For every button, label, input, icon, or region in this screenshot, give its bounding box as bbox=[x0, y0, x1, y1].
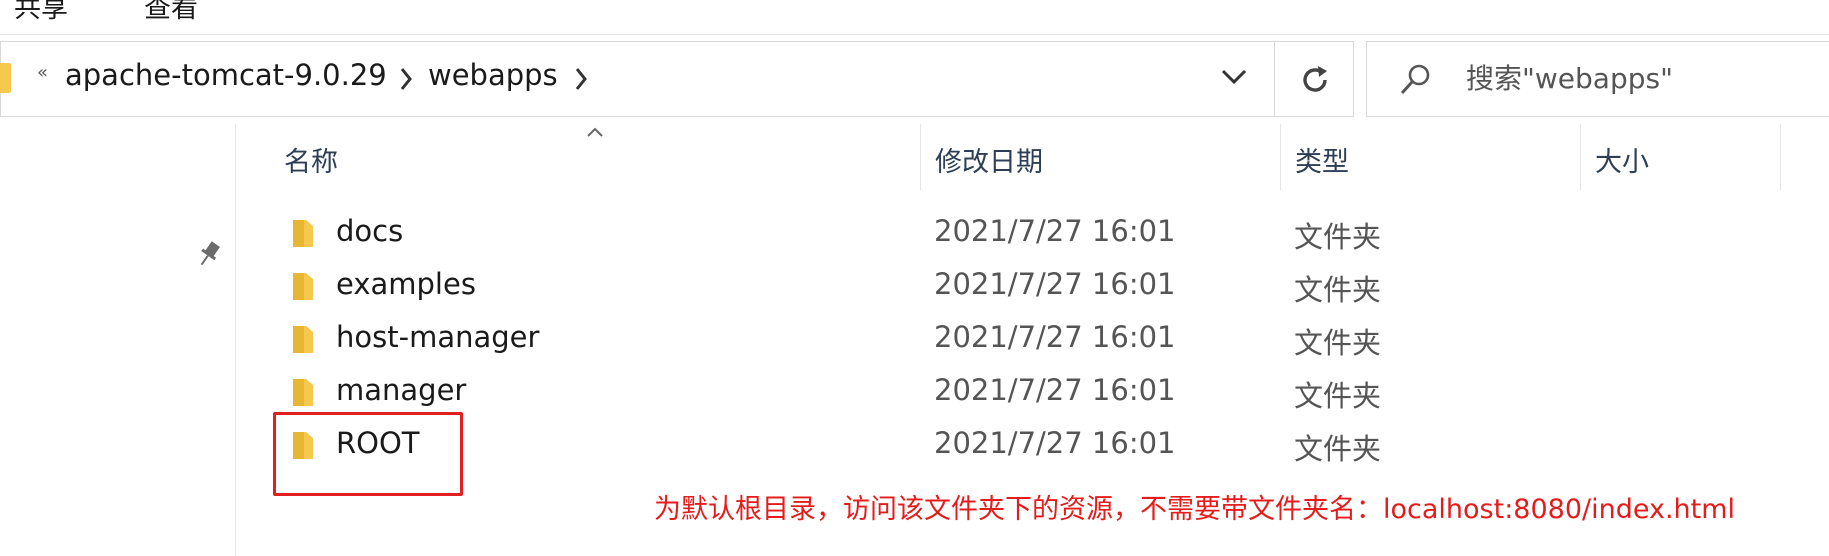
column-header-date[interactable]: 修改日期 bbox=[935, 140, 1043, 179]
chevron-right-icon[interactable] bbox=[574, 66, 588, 92]
file-name[interactable]: host-manager bbox=[336, 320, 539, 354]
ribbon-tab-view[interactable]: 查看 bbox=[144, 0, 198, 25]
file-row-root[interactable]: ROOT 2021/7/27 16:01 文件夹 bbox=[290, 420, 1680, 470]
file-name[interactable]: manager bbox=[336, 373, 466, 407]
column-header-type[interactable]: 类型 bbox=[1295, 140, 1349, 179]
folder-icon bbox=[293, 379, 313, 406]
annotation-text: 为默认根目录，访问该文件夹下的资源，不需要带文件夹名：localhost:808… bbox=[654, 494, 1736, 525]
file-name[interactable]: examples bbox=[336, 267, 476, 301]
search-box[interactable] bbox=[1366, 41, 1829, 117]
file-row-manager[interactable]: manager 2021/7/27 16:01 文件夹 bbox=[290, 367, 1680, 417]
search-input[interactable] bbox=[1466, 56, 1806, 100]
file-date: 2021/7/27 16:01 bbox=[934, 426, 1176, 460]
column-divider[interactable] bbox=[920, 124, 921, 190]
folder-icon bbox=[293, 220, 313, 247]
file-type: 文件夹 bbox=[1294, 220, 1382, 254]
pane-divider[interactable] bbox=[235, 124, 236, 556]
file-date: 2021/7/27 16:01 bbox=[934, 373, 1176, 407]
refresh-icon bbox=[1303, 66, 1327, 92]
navigation-pane bbox=[0, 124, 235, 556]
sort-ascending-icon bbox=[587, 127, 603, 137]
file-date: 2021/7/27 16:01 bbox=[934, 320, 1176, 354]
ribbon-tab-share[interactable]: 共享 bbox=[14, 0, 68, 25]
folder-icon bbox=[293, 273, 313, 300]
overflow-chevron-icon[interactable]: « bbox=[37, 62, 48, 83]
file-date: 2021/7/27 16:01 bbox=[934, 214, 1176, 248]
file-type: 文件夹 bbox=[1294, 273, 1382, 307]
file-date: 2021/7/27 16:01 bbox=[934, 267, 1176, 301]
column-header-size[interactable]: 大小 bbox=[1595, 140, 1649, 179]
file-row-host-manager[interactable]: host-manager 2021/7/27 16:01 文件夹 bbox=[290, 314, 1680, 364]
file-type: 文件夹 bbox=[1294, 432, 1382, 466]
address-bar[interactable]: « apache-tomcat-9.0.29 webapps bbox=[0, 41, 1275, 117]
file-type: 文件夹 bbox=[1294, 379, 1382, 413]
pin-icon[interactable] bbox=[196, 240, 222, 268]
folder-icon bbox=[293, 326, 313, 353]
breadcrumb-item[interactable]: apache-tomcat-9.0.29 bbox=[65, 58, 387, 92]
refresh-button[interactable] bbox=[1275, 41, 1354, 117]
breadcrumb-item[interactable]: webapps bbox=[428, 58, 558, 92]
column-header-name[interactable]: 名称 bbox=[284, 140, 338, 179]
column-divider[interactable] bbox=[1280, 124, 1281, 190]
root-highlight-box bbox=[273, 412, 463, 496]
file-name[interactable]: docs bbox=[336, 214, 403, 248]
ribbon-divider bbox=[0, 34, 1829, 35]
file-row-examples[interactable]: examples 2021/7/27 16:01 文件夹 bbox=[290, 261, 1680, 311]
search-icon bbox=[1400, 64, 1430, 95]
chevron-right-icon[interactable] bbox=[399, 66, 413, 92]
column-divider[interactable] bbox=[1780, 124, 1781, 190]
file-row-docs[interactable]: docs 2021/7/27 16:01 文件夹 bbox=[290, 208, 1680, 258]
folder-icon bbox=[0, 63, 11, 93]
file-type: 文件夹 bbox=[1294, 326, 1382, 360]
chevron-down-icon[interactable] bbox=[1219, 66, 1249, 88]
column-divider[interactable] bbox=[1580, 124, 1581, 190]
